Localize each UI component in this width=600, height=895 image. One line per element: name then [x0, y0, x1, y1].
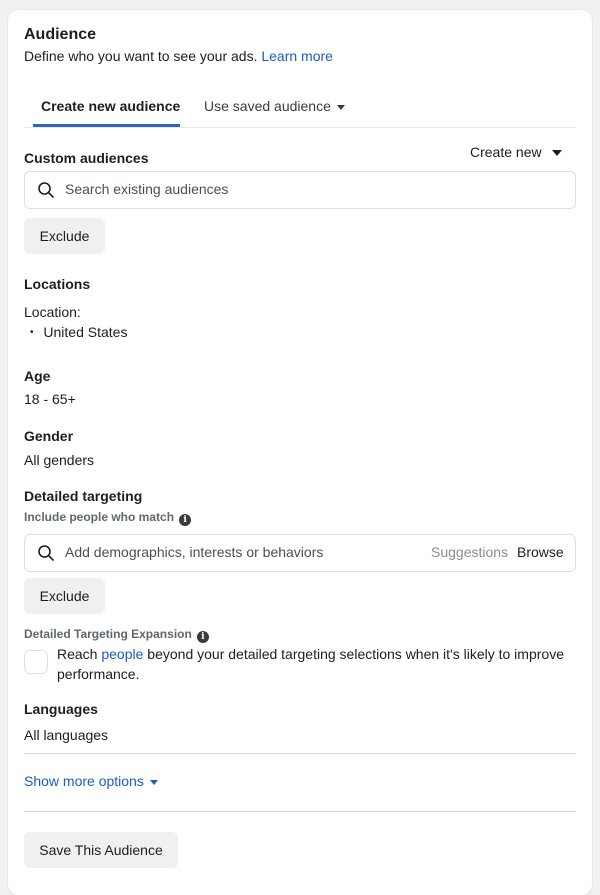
- card-title: Audience: [24, 26, 97, 43]
- subtitle-text: Define who you want to see your ads.: [24, 48, 258, 64]
- custom-audiences-label: Custom audiences: [24, 150, 149, 166]
- gender-value: All genders: [24, 452, 95, 468]
- search-placeholder: Search existing audiences: [65, 181, 229, 197]
- location-value: United States: [43, 324, 128, 340]
- include-label-text: Include people who match: [24, 510, 175, 524]
- detailed-targeting-search-input[interactable]: Add demographics, interests or behaviors…: [24, 534, 576, 572]
- location-item: • United States: [30, 324, 127, 340]
- learn-more-link[interactable]: Learn more: [261, 48, 333, 64]
- create-new-label: Create new: [470, 144, 542, 160]
- info-icon[interactable]: i: [179, 514, 192, 526]
- audience-card: Audience Define who you want to see your…: [8, 10, 592, 895]
- expansion-label-text: Detailed Targeting Expansion: [24, 627, 192, 641]
- audience-tabs: Create new audience Use saved audience: [24, 92, 576, 128]
- people-link[interactable]: people: [101, 646, 143, 662]
- info-icon[interactable]: i: [196, 631, 209, 643]
- tab-create-new-audience[interactable]: Create new audience: [41, 98, 180, 114]
- tab-label: Use saved audience: [204, 98, 331, 114]
- expansion-text-before: Reach: [57, 646, 98, 662]
- age-value: 18 - 65+: [24, 391, 76, 407]
- location-sub-label: Location:: [24, 304, 81, 320]
- expansion-checkbox[interactable]: [24, 650, 48, 674]
- age-label: Age: [24, 368, 51, 384]
- divider: [24, 811, 576, 812]
- gender-label: Gender: [24, 428, 74, 444]
- custom-audience-search-input[interactable]: Search existing audiences: [24, 171, 576, 209]
- chevron-down-icon: [336, 104, 345, 110]
- search-icon: [38, 545, 54, 561]
- detailed-targeting-label: Detailed targeting: [24, 488, 143, 504]
- expansion-description: Reach people beyond your detailed target…: [57, 644, 577, 684]
- show-more-options-link[interactable]: Show more options: [24, 773, 158, 789]
- caret-down-icon: [551, 150, 562, 157]
- show-more-label: Show more options: [24, 773, 144, 789]
- tab-use-saved-audience[interactable]: Use saved audience: [204, 98, 345, 114]
- languages-label: Languages: [24, 701, 98, 717]
- card-subtitle: Define who you want to see your ads. Lea…: [24, 48, 333, 64]
- search-placeholder: Add demographics, interests or behaviors: [65, 544, 324, 560]
- search-icon: [38, 182, 54, 198]
- divider: [24, 753, 576, 754]
- save-audience-button[interactable]: Save This Audience: [24, 832, 178, 868]
- locations-label: Locations: [24, 276, 91, 292]
- languages-value: All languages: [24, 727, 109, 743]
- include-people-label: Include people who match i: [24, 510, 192, 526]
- bullet-icon: •: [30, 327, 34, 338]
- expansion-label: Detailed Targeting Expansion i: [24, 627, 209, 643]
- chevron-down-icon: [149, 779, 158, 785]
- browse-button[interactable]: Browse: [517, 544, 564, 560]
- create-new-dropdown[interactable]: Create new: [470, 144, 562, 160]
- suggestions-button[interactable]: Suggestions: [431, 544, 508, 560]
- active-tab-indicator: [33, 124, 180, 127]
- tab-label: Create new audience: [41, 98, 181, 114]
- detailed-targeting-exclude-button[interactable]: Exclude: [24, 578, 105, 614]
- custom-audience-exclude-button[interactable]: Exclude: [24, 218, 105, 254]
